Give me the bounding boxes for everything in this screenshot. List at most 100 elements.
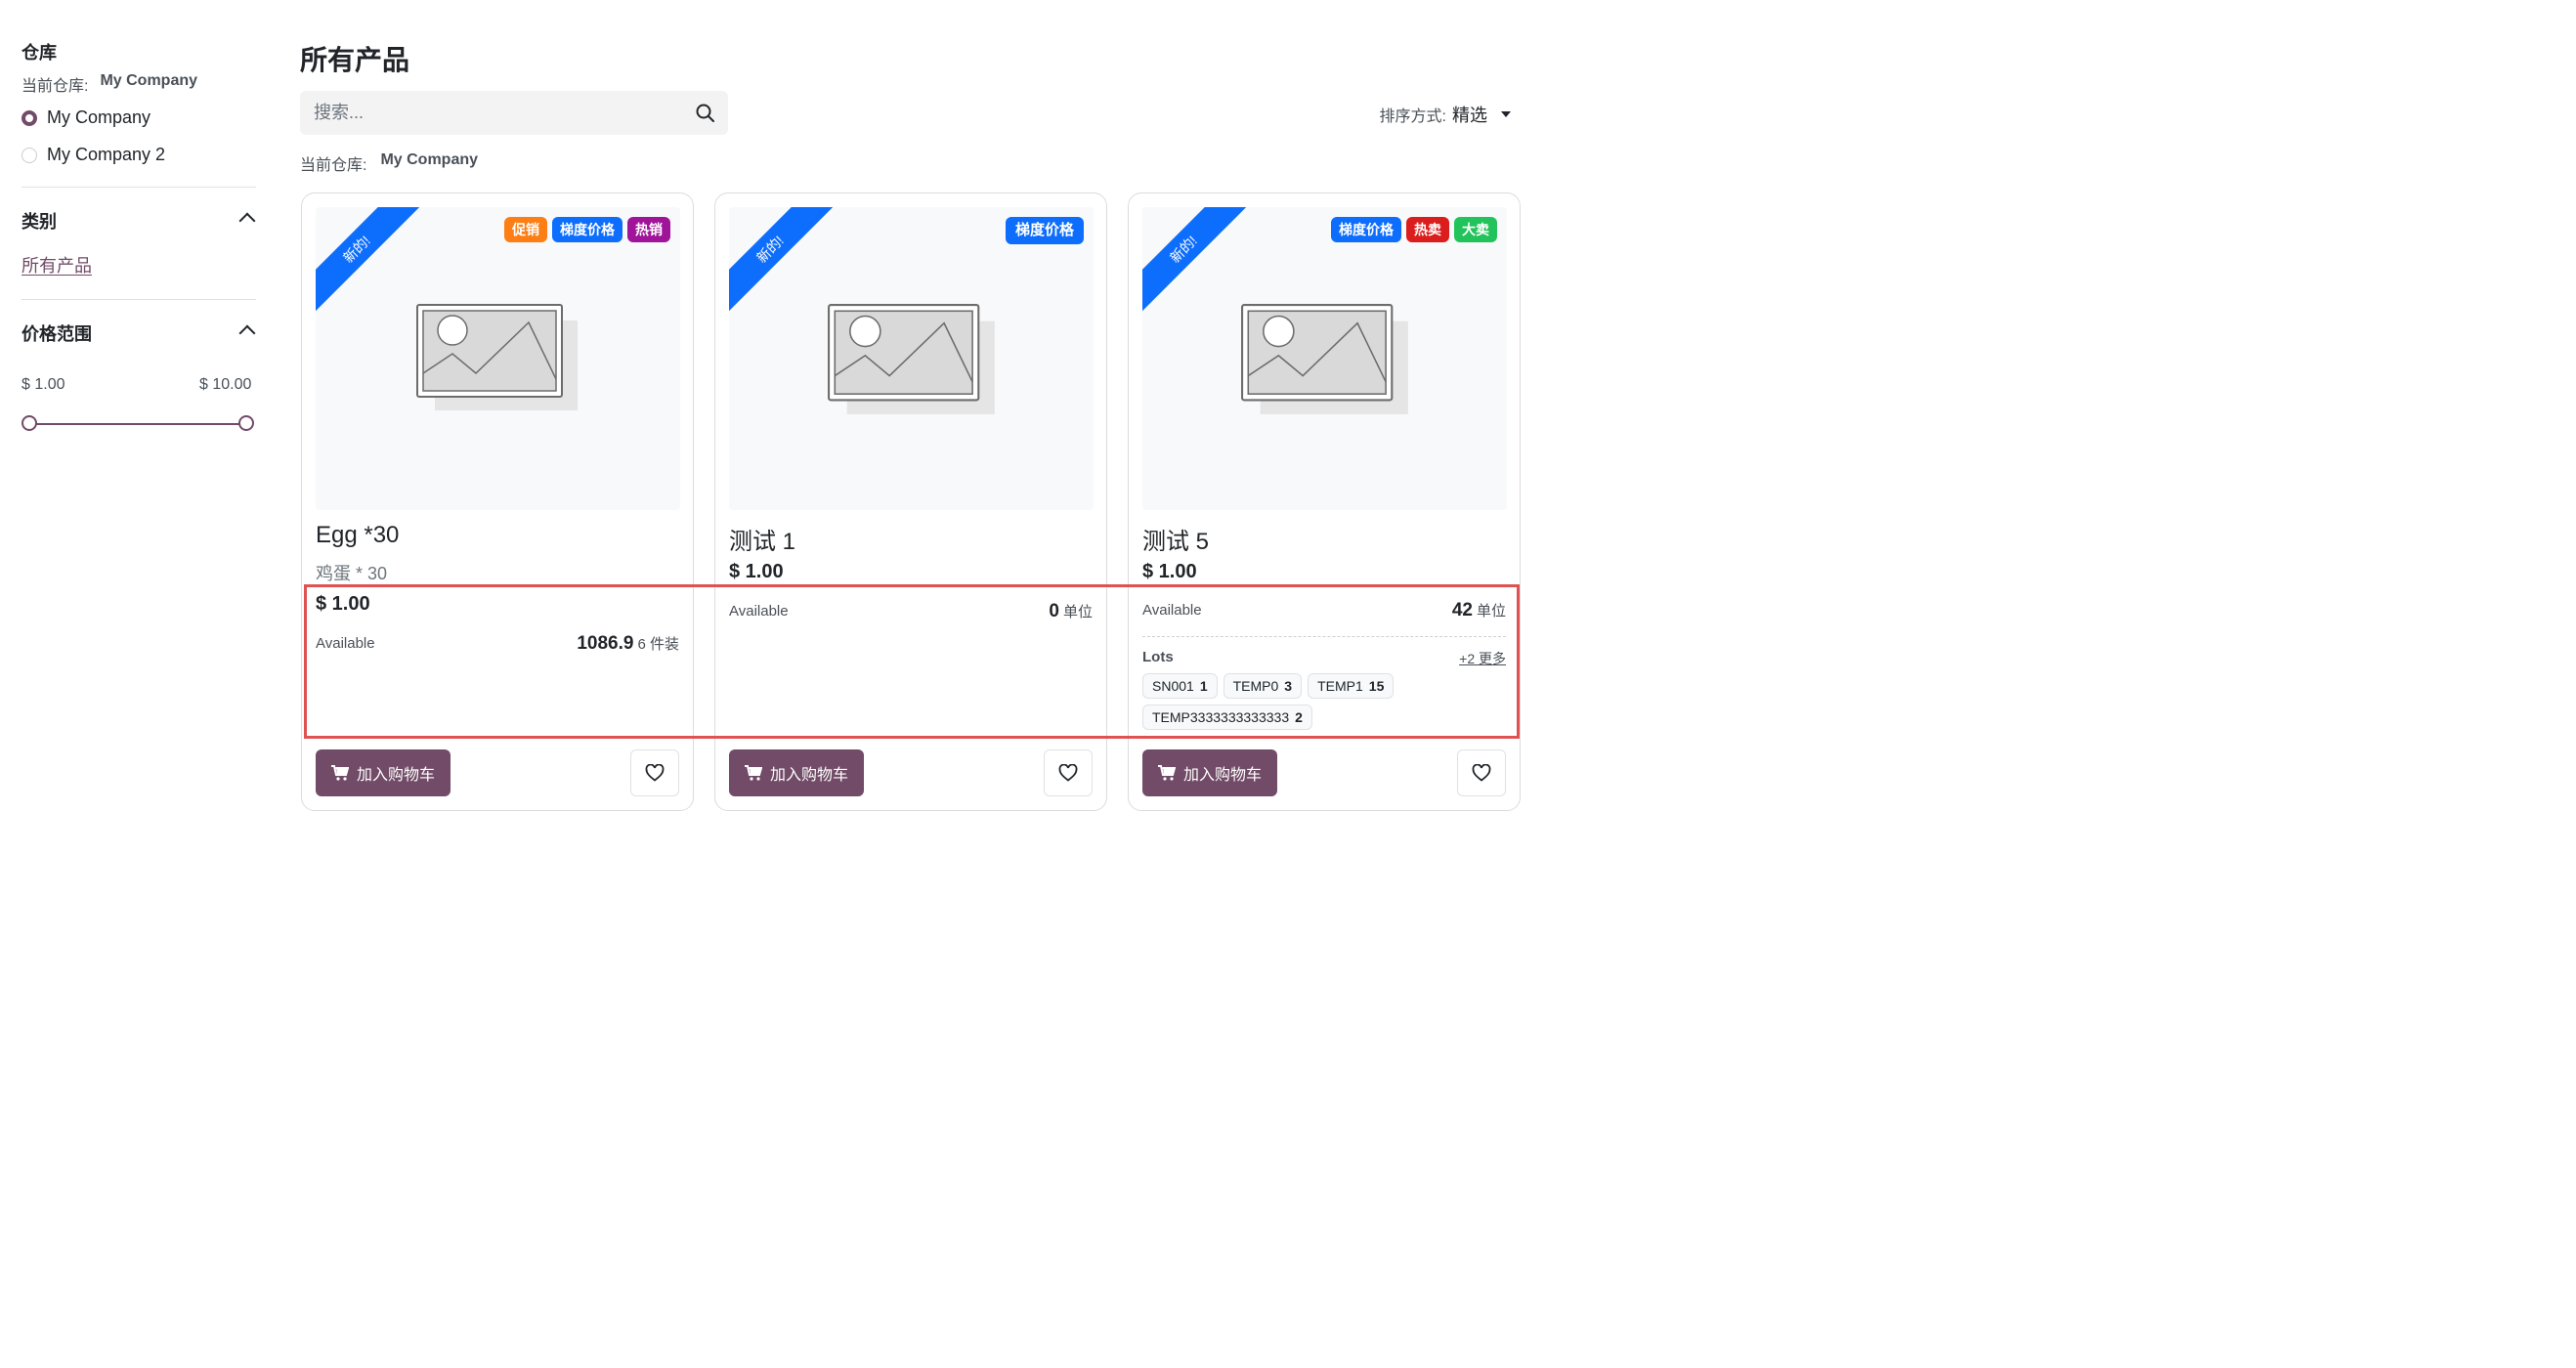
- badge-tier-price: 梯度价格: [1005, 217, 1084, 244]
- wishlist-button[interactable]: [1457, 749, 1506, 796]
- product-image[interactable]: 新的! 促销 梯度价格 热销: [316, 207, 680, 510]
- cart-icon: [744, 765, 762, 781]
- product-image[interactable]: 新的! 梯度价格 热卖 大卖: [1142, 207, 1507, 510]
- lot-name: TEMP0: [1232, 678, 1279, 694]
- add-to-cart-label: 加入购物车: [356, 767, 435, 784]
- current-warehouse-value: My Company: [100, 72, 198, 89]
- available-unit: 6 件装: [637, 636, 679, 653]
- category-all-products-link[interactable]: 所有产品: [21, 252, 92, 278]
- available-qty: 42: [1451, 600, 1473, 620]
- product-badges: 梯度价格: [1005, 217, 1084, 244]
- cart-icon: [330, 765, 349, 781]
- lot-qty: 1: [1199, 678, 1208, 694]
- lots-list: SN001 1 TEMP0 3 TEMP1 15 TEMP3333333333333 2: [1142, 673, 1396, 730]
- badge-best-seller: 大卖: [1454, 217, 1497, 242]
- badge-promo: 促销: [504, 217, 547, 242]
- ribbon: 新的!: [316, 207, 423, 315]
- product-badges: 梯度价格 热卖 大卖: [1331, 217, 1497, 242]
- lot-qty: 3: [1284, 678, 1293, 694]
- available-unit: 单位: [1062, 604, 1093, 620]
- radio-unchecked-icon[interactable]: [21, 147, 37, 163]
- add-to-cart-button[interactable]: 加入购物车: [1142, 749, 1277, 796]
- image-placeholder-icon: [828, 304, 995, 414]
- search-icon[interactable]: [683, 104, 728, 123]
- price-range-track[interactable]: [30, 423, 247, 425]
- ribbon-label: 新的!: [1142, 207, 1250, 315]
- warehouse-option-label: My Company: [47, 107, 151, 127]
- available-qty: 0: [1049, 601, 1059, 621]
- chevron-up-icon[interactable]: [238, 324, 256, 342]
- warehouse-option-my-company-2[interactable]: My Company 2: [21, 145, 165, 165]
- available-label: Available: [316, 635, 375, 652]
- product-name[interactable]: Egg *30: [316, 522, 399, 549]
- lot-name: SN001: [1152, 678, 1194, 694]
- cart-icon: [1157, 765, 1176, 781]
- lot-name: TEMP1: [1317, 678, 1363, 694]
- add-to-cart-label: 加入购物车: [769, 767, 848, 784]
- product-card[interactable]: 新的! 梯度价格 测试 1 $ 1.00 Available 0 单位 加入购物车: [714, 192, 1107, 811]
- sidebar-current-warehouse: 当前仓库: My Company: [21, 72, 197, 96]
- warehouse-option-label: My Company 2: [47, 145, 166, 164]
- price-min-label: $ 1.00: [21, 376, 65, 393]
- ribbon: 新的!: [1142, 207, 1250, 315]
- chevron-up-icon[interactable]: [238, 212, 256, 230]
- product-price: $ 1.00: [1142, 561, 1197, 582]
- lots-divider: [1142, 636, 1506, 637]
- category-heading: 类别: [21, 212, 57, 232]
- badge-hot-sale: 热卖: [1406, 217, 1449, 242]
- price-range-max-handle[interactable]: [238, 415, 254, 431]
- search-bar: [300, 91, 728, 135]
- lot-name: TEMP3333333333333: [1152, 709, 1290, 725]
- badge-hot: 热销: [627, 217, 670, 242]
- sort-value: 精选: [1452, 106, 1487, 125]
- product-image[interactable]: 新的! 梯度价格: [729, 207, 1094, 510]
- product-price: $ 1.00: [729, 561, 784, 582]
- search-input[interactable]: [300, 102, 683, 124]
- lot-chip: TEMP1 15: [1308, 673, 1395, 699]
- wishlist-button[interactable]: [1044, 749, 1093, 796]
- available-label: Available: [1142, 602, 1202, 619]
- lot-chip: TEMP0 3: [1223, 673, 1303, 699]
- current-warehouse-info: 当前仓库: My Company: [300, 151, 478, 175]
- add-to-cart-button[interactable]: 加入购物车: [316, 749, 451, 796]
- heart-icon: [1058, 764, 1078, 782]
- caret-down-icon: [1501, 111, 1511, 117]
- current-warehouse-label: 当前仓库:: [21, 78, 89, 95]
- ribbon-label: 新的!: [729, 207, 837, 315]
- product-name[interactable]: 测试 1: [729, 522, 795, 556]
- radio-checked-icon[interactable]: [21, 109, 37, 126]
- product-badges: 促销 梯度价格 热销: [504, 217, 670, 242]
- ribbon: 新的!: [729, 207, 837, 315]
- add-to-cart-button[interactable]: 加入购物车: [729, 749, 864, 796]
- product-card[interactable]: 新的! 梯度价格 热卖 大卖 测试 5 $ 1.00 Available 42 单…: [1128, 192, 1521, 811]
- sidebar-divider: [21, 187, 256, 188]
- lot-chip: SN001 1: [1142, 673, 1218, 699]
- price-range-heading: 价格范围: [21, 324, 92, 344]
- available-quantity: 1086.9 6 件装: [577, 633, 679, 655]
- sidebar-divider: [21, 299, 256, 300]
- warehouse-heading: 仓库: [21, 43, 57, 63]
- lot-qty: 15: [1368, 678, 1385, 694]
- product-card[interactable]: 新的! 促销 梯度价格 热销 Egg *30 鸡蛋 * 30 $ 1.00 Av…: [301, 192, 694, 811]
- ribbon-label: 新的!: [316, 207, 423, 315]
- badge-tier-price: 梯度价格: [1331, 217, 1401, 242]
- available-qty: 1086.9: [577, 633, 634, 654]
- lot-qty: 2: [1295, 709, 1303, 725]
- heart-icon: [1472, 764, 1491, 782]
- price-range-min-handle[interactable]: [21, 415, 37, 431]
- product-name[interactable]: 测试 5: [1142, 522, 1209, 556]
- current-warehouse-label: 当前仓库:: [300, 157, 367, 174]
- wishlist-button[interactable]: [630, 749, 679, 796]
- lots-more-link[interactable]: +2 更多: [1459, 649, 1506, 668]
- product-price: $ 1.00: [316, 593, 370, 615]
- heart-icon: [645, 764, 665, 782]
- sort-label: 排序方式:: [1379, 108, 1446, 125]
- warehouse-option-my-company[interactable]: My Company: [21, 107, 150, 128]
- available-label: Available: [729, 603, 789, 620]
- badge-tier-price: 梯度价格: [552, 217, 623, 242]
- price-max-label: $ 10.00: [199, 376, 252, 393]
- sort-dropdown[interactable]: 排序方式: 精选: [1380, 102, 1511, 127]
- add-to-cart-label: 加入购物车: [1182, 767, 1262, 784]
- lot-chip: TEMP3333333333333 2: [1142, 705, 1312, 730]
- page-title: 所有产品: [300, 45, 410, 75]
